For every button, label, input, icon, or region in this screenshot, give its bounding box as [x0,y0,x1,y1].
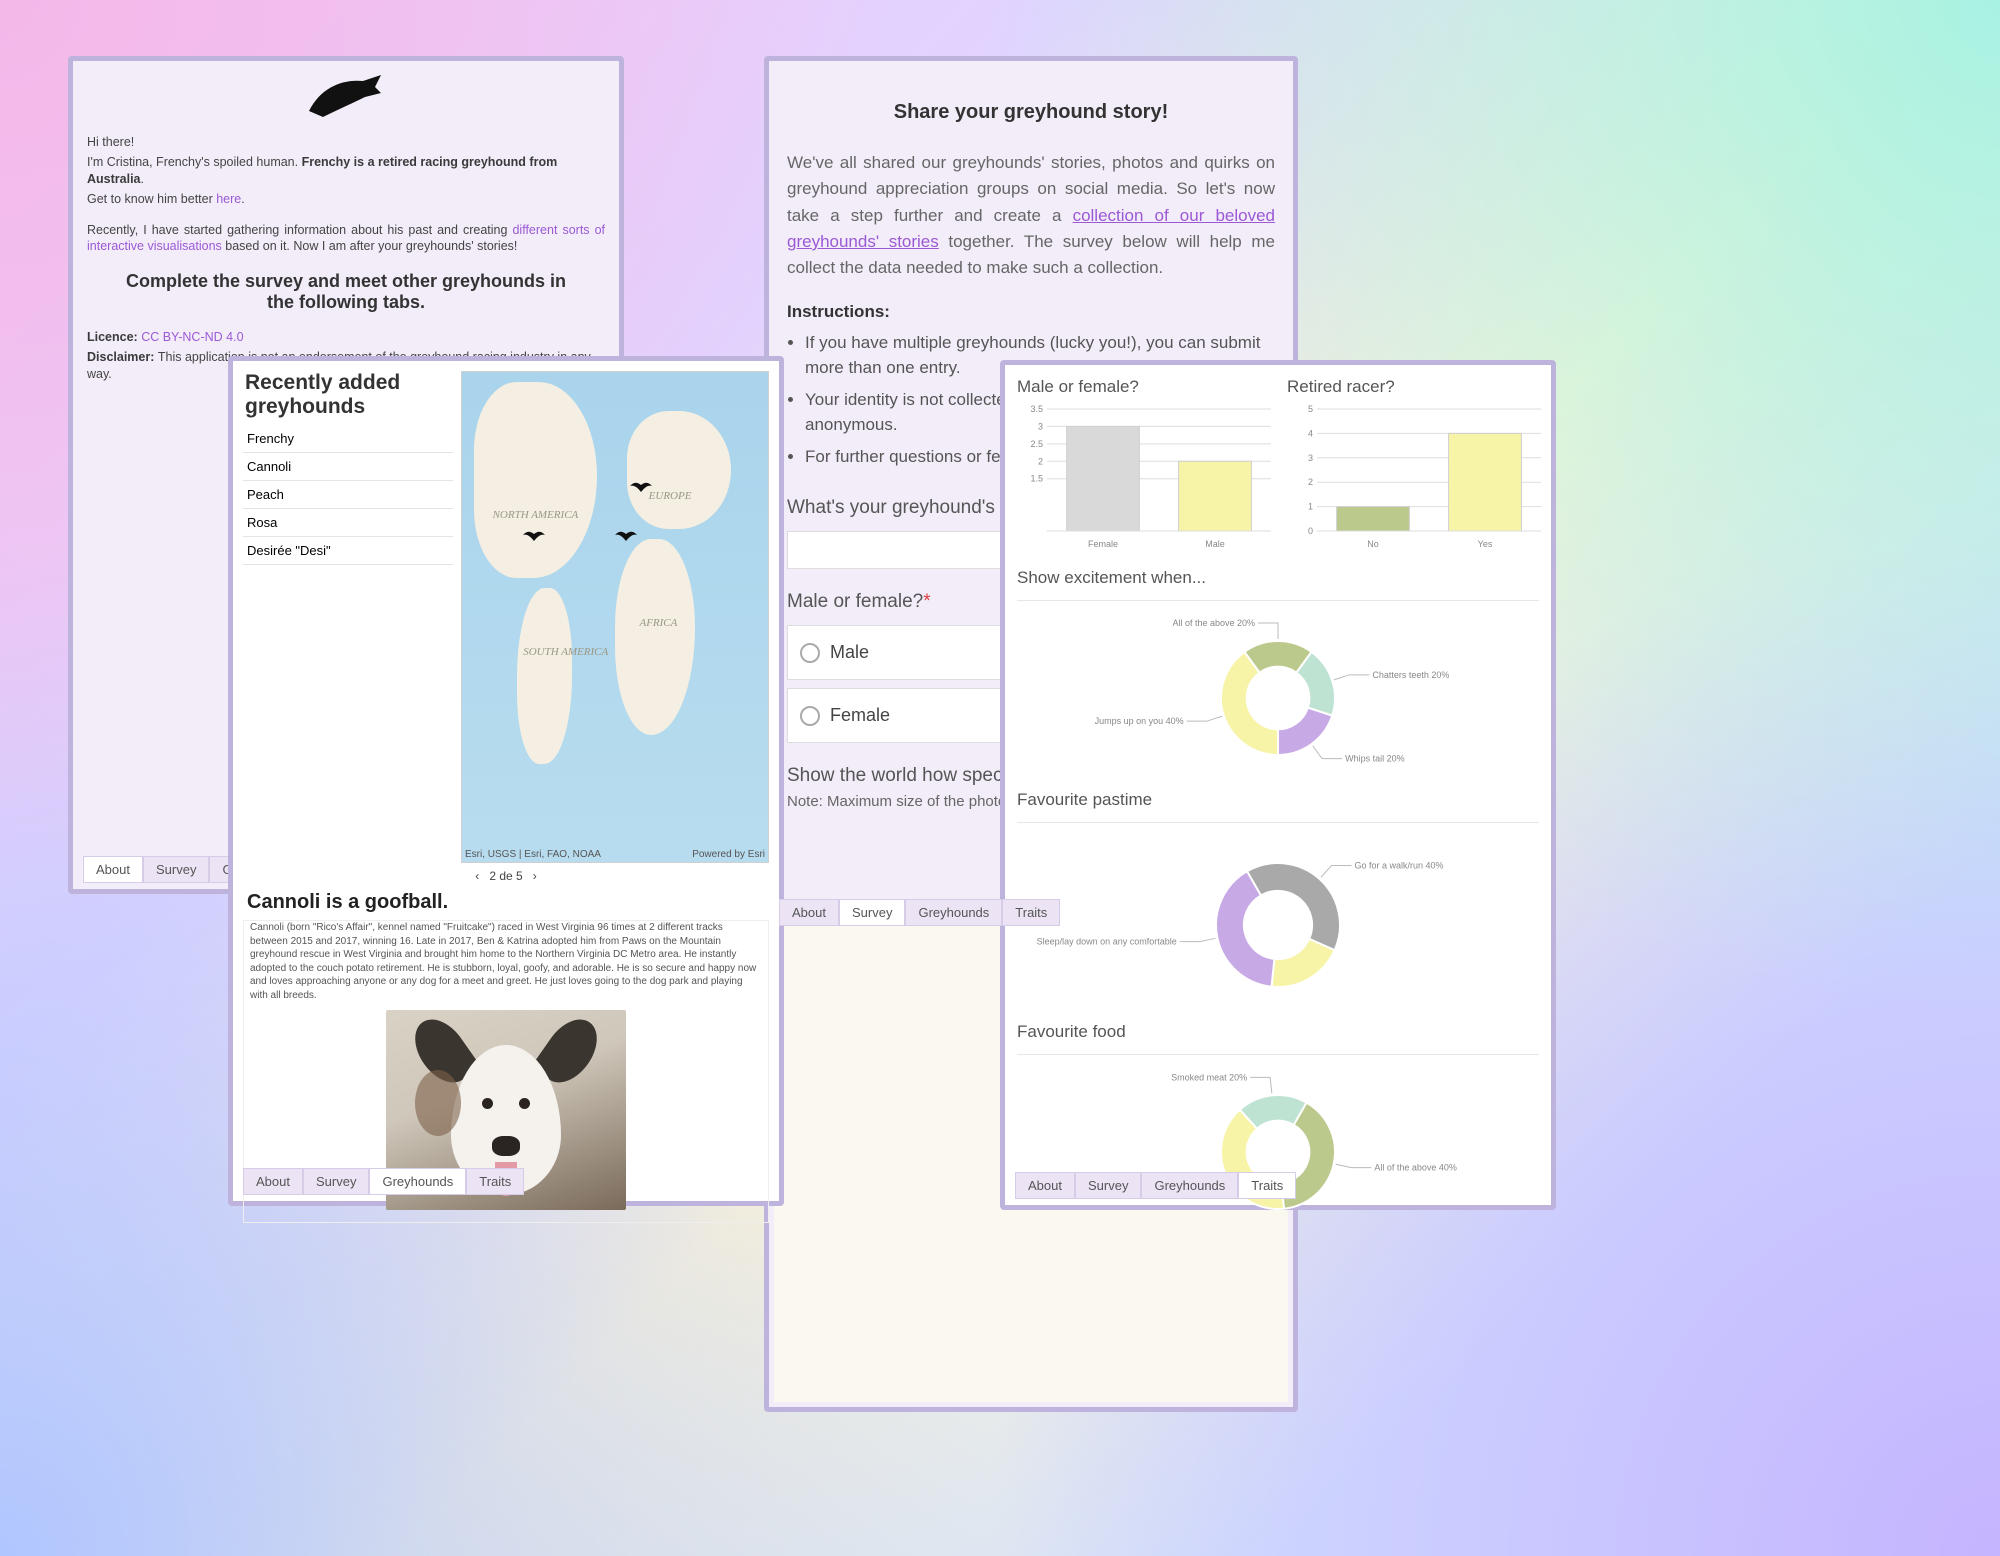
recent-title: Recently added greyhounds [245,371,453,419]
food-title: Favourite food [1017,1022,1539,1042]
svg-text:Whips tail 20%: Whips tail 20% [1345,754,1405,764]
tab-traits[interactable]: Traits [466,1168,524,1195]
tab-survey[interactable]: Survey [143,856,209,883]
svg-text:No: No [1367,539,1379,549]
radio-icon [800,643,820,663]
about-greeting: Hi there! [87,134,605,151]
tab-survey[interactable]: Survey [1075,1172,1141,1199]
svg-text:Yes: Yes [1478,539,1493,549]
survey-title: Share your greyhound story! [787,101,1275,124]
list-item[interactable]: Rosa [243,509,453,537]
tab-about[interactable]: About [779,899,839,926]
about-intro-3: Recently, I have started gathering infor… [87,222,605,256]
recent-list: Frenchy Cannoli Peach Rosa Desirée "Desi… [243,425,453,565]
pager-label: 2 de 5 [489,869,522,883]
spotlight-heading: Cannoli is a goofball. [247,891,769,914]
map-label: AFRICA [639,617,677,629]
donut-food: All of the above 40%Other 40%Smoked meat… [1018,1067,1538,1237]
tab-about[interactable]: About [83,856,143,883]
greyhounds-panel: Recently added greyhounds Frenchy Cannol… [228,356,784,1206]
list-item[interactable]: Peach [243,481,453,509]
svg-text:Male: Male [1205,539,1225,549]
tab-greyhounds[interactable]: Greyhounds [905,899,1002,926]
svg-text:3: 3 [1308,453,1313,463]
tab-survey[interactable]: Survey [839,899,905,926]
pager-prev[interactable]: ‹ [475,869,479,883]
spotlight-bio: Cannoli (born "Rico's Affair", kennel na… [243,920,769,1002]
svg-text:Go for a walk/run 40%: Go for a walk/run 40% [1355,861,1444,871]
svg-text:Chatters teeth 20%: Chatters teeth 20% [1372,670,1449,680]
survey-instructions-heading: Instructions: [787,302,1275,322]
svg-text:1.5: 1.5 [1030,474,1043,484]
chart-title-racer: Retired racer? [1287,377,1547,397]
map-marker-icon [630,480,652,492]
survey-intro: We've all shared our greyhounds' stories… [787,150,1275,282]
map-pager: ‹ 2 de 5 › [243,869,769,883]
licence-link[interactable]: CC BY-NC-ND 4.0 [141,330,243,344]
required-mark: * [923,591,930,612]
tab-survey[interactable]: Survey [303,1168,369,1195]
svg-text:2: 2 [1038,456,1043,466]
svg-text:2.5: 2.5 [1030,439,1043,449]
greyhounds-tabstrip: About Survey Greyhounds Traits [243,1168,524,1195]
world-map[interactable]: NORTH AMERICA SOUTH AMERICA EUROPE AFRIC… [461,371,769,863]
svg-text:All of the above 20%: All of the above 20% [1172,618,1255,628]
map-label: NORTH AMERICA [493,509,579,521]
map-marker-icon [523,529,545,541]
about-intro-2: Get to know him better here. [87,191,605,208]
svg-text:4: 4 [1308,428,1313,438]
svg-text:Sleep/lay down on any comforta: Sleep/lay down on any comfortable [1037,937,1177,947]
svg-text:3: 3 [1038,421,1043,431]
tab-about[interactable]: About [243,1168,303,1195]
svg-text:Smoked meat 20%: Smoked meat 20% [1171,1072,1247,1082]
about-intro-1: I'm Cristina, Frenchy's spoiled human. F… [87,154,605,188]
svg-text:0: 0 [1308,526,1313,536]
pastime-title: Favourite pastime [1017,790,1539,810]
about-headline: Complete the survey and meet other greyh… [117,271,575,313]
list-item[interactable]: Frenchy [243,425,453,453]
about-here-link[interactable]: here [216,192,241,206]
svg-text:2: 2 [1308,477,1313,487]
svg-text:Jumps up on you 40%: Jumps up on you 40% [1095,716,1184,726]
list-item[interactable]: Desirée "Desi" [243,537,453,565]
traits-panel: Male or female? 1.5 2 2.5 3 3.5 Female Male Re… [1000,360,1556,1210]
map-marker-icon [615,529,637,541]
survey-tabstrip: About Survey Greyhounds Traits [779,899,1060,926]
about-licence: Licence: CC BY-NC-ND 4.0 [87,329,605,346]
tab-traits[interactable]: Traits [1002,899,1060,926]
app-logo [87,67,605,130]
map-credits-right: Powered by Esri [692,849,765,860]
svg-text:5: 5 [1308,404,1313,414]
donut-pastime: Go for a walk/run 40% Sleep/lay down on a… [1018,835,1538,1015]
map-credits-left: Esri, USGS | Esri, FAO, NOAA [465,849,601,860]
chart-title-sex: Male or female? [1017,377,1277,397]
traits-tabstrip: About Survey Greyhounds Traits [1015,1172,1296,1199]
tab-greyhounds[interactable]: Greyhounds [369,1168,466,1195]
bar-chart-sex: 1.5 2 2.5 3 3.5 Female Male [1017,403,1277,553]
excitement-title: Show excitement when... [1017,568,1539,588]
donut-excitement: Jumps up on you 40% All of the above 20% C… [1018,613,1538,783]
radio-icon [800,706,820,726]
svg-text:All of the above 40%: All of the above 40% [1374,1163,1457,1173]
pager-next[interactable]: › [533,869,537,883]
svg-text:Female: Female [1088,539,1118,549]
tab-traits[interactable]: Traits [1238,1172,1296,1199]
tab-greyhounds[interactable]: Greyhounds [1141,1172,1238,1199]
list-item[interactable]: Cannoli [243,453,453,481]
tab-about[interactable]: About [1015,1172,1075,1199]
bar-chart-racer: 0 1 2 3 4 5 No Yes [1287,403,1547,553]
map-label: SOUTH AMERICA [523,646,608,658]
svg-text:3.5: 3.5 [1030,404,1043,414]
map-label: EUROPE [649,490,692,502]
svg-text:1: 1 [1308,502,1313,512]
